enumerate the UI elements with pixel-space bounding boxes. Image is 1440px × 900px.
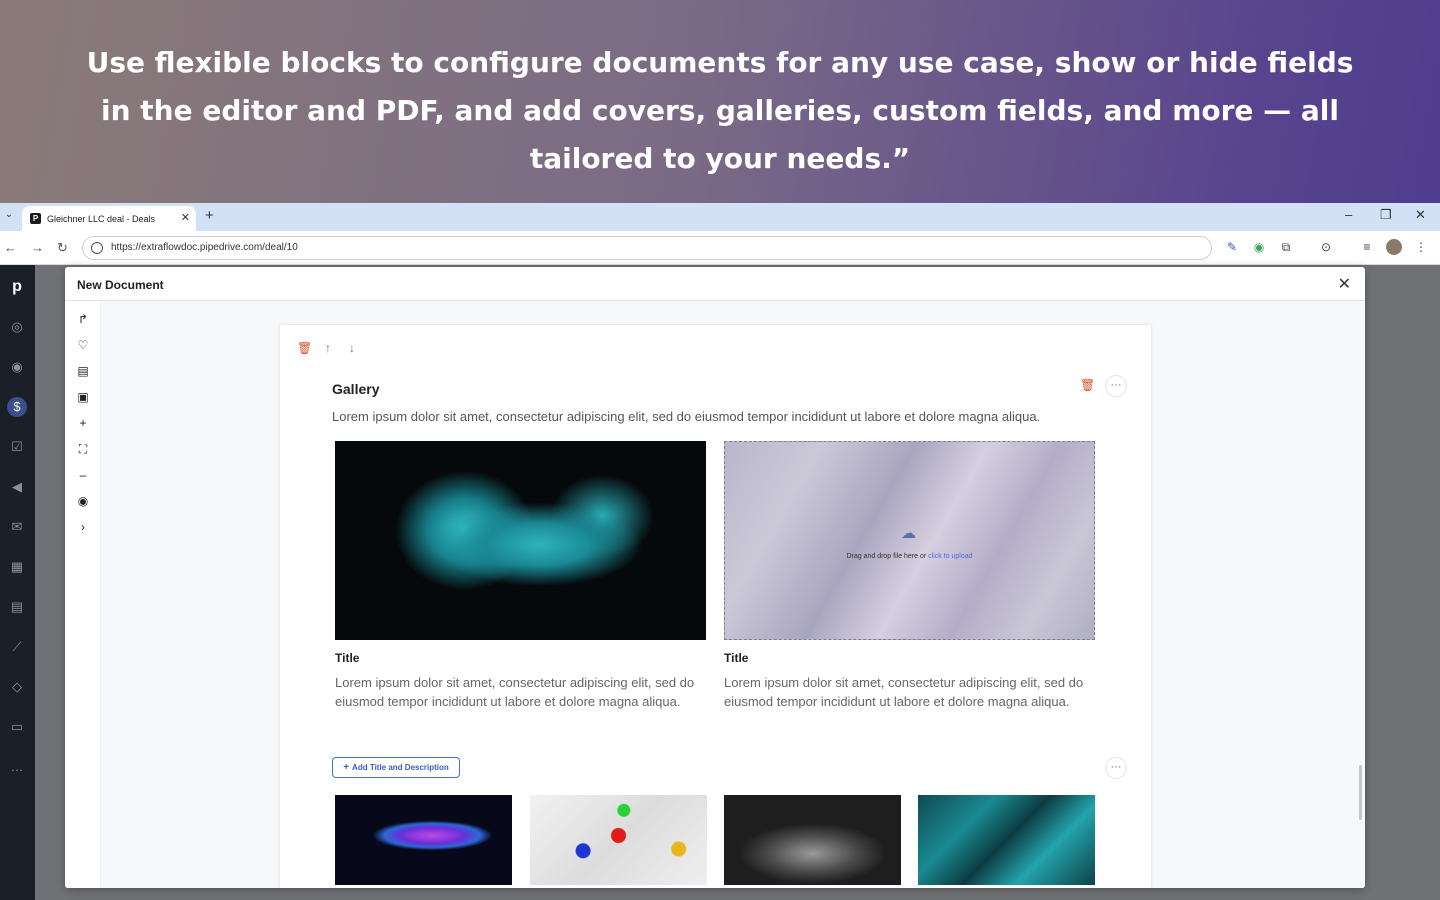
reload-icon[interactable]: ↻ <box>57 240 68 256</box>
extensions-puzzle-icon[interactable]: ⧉ <box>1278 239 1294 255</box>
gallery-item-title[interactable]: Title <box>724 651 748 665</box>
add-icon[interactable]: + <box>73 413 93 433</box>
media-controls-icon[interactable]: ≡ <box>1359 239 1375 255</box>
gallery-thumbnail[interactable] <box>530 795 707 885</box>
hero-banner: Use flexible blocks to configure documen… <box>0 0 1440 203</box>
modal-header: New Document ✕ <box>65 267 1365 301</box>
gallery-image-1[interactable] <box>335 441 706 640</box>
gallery-item-description[interactable]: Lorem ipsum dolor sit amet, consectetur … <box>335 673 699 711</box>
add-title-description-label: Add Title and Description <box>352 763 449 772</box>
tab-bar: ⌄ P Gleichner LLC deal - Deals ✕ + – ❐ ✕ <box>0 203 1440 231</box>
new-tab-icon[interactable]: + <box>205 207 214 224</box>
upload-instructions: Drag and drop file here or click to uplo… <box>725 553 1094 560</box>
redo-icon[interactable]: ↱ <box>73 309 93 329</box>
gallery-options-icon[interactable]: ··· <box>1105 375 1127 397</box>
heart-icon[interactable]: ♡ <box>73 335 93 355</box>
gallery-description: Lorem ipsum dolor sit amet, consectetur … <box>332 409 1041 424</box>
app-content: p ◎ ◉ $ ☑ ◀ ✉ ▦ ▤ ⟋ ◇ ▭ … New Document ✕… <box>0 265 1440 900</box>
move-up-icon[interactable]: ↑ <box>321 341 335 355</box>
campaigns-icon[interactable]: ◀ <box>7 477 27 497</box>
tab-search-icon[interactable]: ⌄ <box>2 209 16 225</box>
pipedrive-logo-icon[interactable]: p <box>7 277 27 297</box>
gallery-thumbnail[interactable] <box>918 795 1095 885</box>
cloud-upload-icon: ☁ <box>901 525 916 542</box>
url-text: https://extraflowdoc.pipedrive.com/deal/… <box>111 242 298 253</box>
deals-icon[interactable]: $ <box>7 397 27 417</box>
upload-text: Drag and drop file here or <box>846 553 929 560</box>
new-document-modal: New Document ✕ ↱ ♡ ▤ ▣ + ⛶ – ◉ › 🗑 ↑ ↓ G… <box>65 267 1365 888</box>
gallery-row-options-icon[interactable]: ··· <box>1105 757 1127 779</box>
browser-window: ⌄ P Gleichner LLC deal - Deals ✕ + – ❐ ✕… <box>0 203 1440 900</box>
restore-icon[interactable]: ❐ <box>1380 207 1392 223</box>
delete-block-icon[interactable]: 🗑 <box>297 341 312 355</box>
back-icon[interactable]: ← <box>4 240 17 255</box>
add-title-description-button[interactable]: + Add Title and Description <box>332 757 460 778</box>
upload-dropzone[interactable]: ☁ Drag and drop file here or click to up… <box>724 441 1095 640</box>
gallery-item-description[interactable]: Lorem ipsum dolor sit amet, consectetur … <box>724 673 1088 711</box>
pipedrive-favicon-icon: P <box>30 213 41 224</box>
billing-icon[interactable]: ▤ <box>7 597 27 617</box>
tab-title: Gleichner LLC deal - Deals <box>47 214 156 224</box>
products-icon[interactable]: ◇ <box>7 677 27 697</box>
tab-close-icon[interactable]: ✕ <box>181 211 190 224</box>
forward-icon[interactable]: → <box>31 240 44 255</box>
activities-icon[interactable]: ☑ <box>7 437 27 457</box>
target-icon[interactable]: ◉ <box>7 357 27 377</box>
calendar-icon[interactable]: ▦ <box>7 557 27 577</box>
gallery-title: Gallery <box>332 381 380 397</box>
document-icon[interactable]: ▤ <box>73 361 93 381</box>
preview-eye-icon[interactable]: ◉ <box>73 491 93 511</box>
browser-tab[interactable]: P Gleichner LLC deal - Deals ✕ <box>22 206 196 231</box>
more-icon[interactable]: … <box>7 757 27 777</box>
upload-link[interactable]: click to upload <box>928 553 972 560</box>
url-field[interactable]: https://extraflowdoc.pipedrive.com/deal/… <box>82 236 1212 260</box>
window-close-icon[interactable]: ✕ <box>1415 207 1426 223</box>
document-page: 🗑 ↑ ↓ Gallery 🗑 ··· Lorem ipsum dolor si… <box>280 325 1151 888</box>
profile-avatar[interactable] <box>1386 239 1402 255</box>
address-bar: ← → ↻ https://extraflowdoc.pipedrive.com… <box>0 231 1440 265</box>
plus-icon: + <box>343 762 350 773</box>
hero-text: Use flexible blocks to configure documen… <box>86 45 1354 175</box>
save-icon[interactable]: ▣ <box>73 387 93 407</box>
editor-toolbar: ↱ ♡ ▤ ▣ + ⛶ – ◉ › <box>65 301 101 888</box>
gallery-thumbnail[interactable] <box>724 795 901 885</box>
minimize-icon[interactable]: – <box>1345 207 1352 222</box>
modal-title: New Document <box>77 278 164 292</box>
zoom-out-icon[interactable]: – <box>73 465 93 485</box>
fit-screen-icon[interactable]: ⛶ <box>73 439 93 459</box>
screenshot-icon[interactable]: ⊙ <box>1318 239 1334 255</box>
insights-icon[interactable]: ⟋ <box>7 637 27 657</box>
modal-close-icon[interactable]: ✕ <box>1338 274 1351 294</box>
gallery-thumbnail[interactable] <box>335 795 512 885</box>
app-sidebar: p ◎ ◉ $ ☑ ◀ ✉ ▦ ▤ ⟋ ◇ ▭ … <box>0 265 35 900</box>
extension-icon[interactable]: ✎ <box>1224 239 1240 255</box>
editor-canvas: 🗑 ↑ ↓ Gallery 🗑 ··· Lorem ipsum dolor si… <box>101 301 1365 888</box>
broadcast-icon[interactable]: ◎ <box>7 317 27 337</box>
canvas-scrollbar[interactable] <box>1359 765 1362 820</box>
marketplace-icon[interactable]: ▭ <box>7 717 27 737</box>
expand-chevron-icon[interactable]: › <box>73 517 93 537</box>
delete-gallery-icon[interactable]: 🗑 <box>1080 378 1095 392</box>
browser-menu-icon[interactable]: ⋮ <box>1413 239 1429 255</box>
gallery-item-title[interactable]: Title <box>335 651 359 665</box>
move-down-icon[interactable]: ↓ <box>345 341 359 355</box>
record-extension-icon[interactable]: ◉ <box>1251 239 1267 255</box>
site-info-icon[interactable] <box>91 242 103 254</box>
mail-icon[interactable]: ✉ <box>7 517 27 537</box>
